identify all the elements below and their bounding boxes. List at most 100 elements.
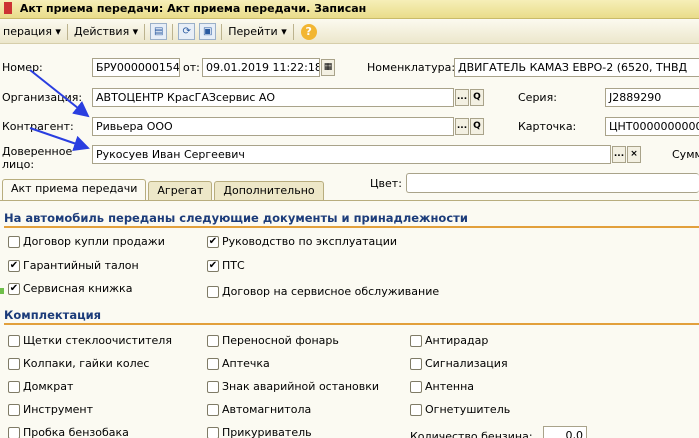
kit-checkbox[interactable]: Аптечка — [207, 357, 270, 370]
date-field[interactable]: 09.01.2019 11:22:18 — [202, 58, 320, 77]
sum-label: Сумм — [672, 148, 699, 161]
fuel-label: Количество бензина: — [410, 430, 533, 438]
checkbox-unchecked-icon[interactable] — [207, 357, 219, 370]
card-field[interactable]: ЦНТ0000000000 — [605, 117, 699, 136]
toolbar: перация ▾ Действия ▾ ▤ ⟳ ▣ Перейти ▾ ? — [0, 20, 699, 44]
checkbox-label: Антирадар — [425, 334, 489, 347]
trusted-person-field[interactable]: Рукосуев Иван Сергеевич — [92, 145, 611, 164]
checkbox-label: Прикуриватель — [222, 426, 312, 438]
row-marker — [0, 288, 4, 294]
checkbox-unchecked-icon[interactable] — [207, 334, 219, 347]
checkbox-label: Сервисная книжка — [23, 282, 133, 295]
nomenclature-field[interactable]: ДВИГАТЕЛЬ КАМАЗ ЕВРО-2 (6520, ТНВД — [454, 58, 699, 77]
organization-field[interactable]: АВТОЦЕНТР КрасГАЗсервис АО — [92, 88, 454, 107]
checkbox-unchecked-icon[interactable] — [410, 334, 422, 347]
checkbox-unchecked-icon[interactable] — [207, 285, 219, 298]
checkbox-unchecked-icon[interactable] — [8, 403, 20, 416]
organization-search-icon[interactable]: Q — [470, 89, 484, 106]
window-title: Акт приема передачи: Акт приема передачи… — [19, 2, 367, 15]
kit-checkbox[interactable]: Пробка бензобака — [8, 426, 129, 438]
kit-section-divider — [4, 323, 699, 325]
post-document-icon[interactable]: ▤ — [150, 23, 168, 40]
counterparty-select-button[interactable]: ... — [455, 118, 469, 135]
doc-checkbox[interactable]: ✔ Руководство по эксплуатации — [207, 235, 397, 248]
checkbox-checked-icon[interactable]: ✔ — [207, 259, 219, 272]
tab-aggregate[interactable]: Агрегат — [148, 181, 213, 200]
kit-checkbox[interactable]: Переносной фонарь — [207, 334, 339, 347]
checkbox-unchecked-icon[interactable] — [410, 380, 422, 393]
checkbox-unchecked-icon[interactable] — [8, 380, 20, 393]
checkbox-label: Переносной фонарь — [222, 334, 339, 347]
checkbox-unchecked-icon[interactable] — [8, 357, 20, 370]
checkbox-unchecked-icon[interactable] — [8, 334, 20, 347]
tab-additional[interactable]: Дополнительно — [214, 181, 324, 200]
checkbox-unchecked-icon[interactable] — [8, 426, 20, 438]
checkbox-label: Договор купли продажи — [23, 235, 165, 248]
tab-transfer-act[interactable]: Акт приема передачи — [2, 179, 147, 200]
series-field[interactable]: J2889290 — [605, 88, 699, 107]
kit-checkbox[interactable]: Знак аварийной остановки — [207, 380, 379, 393]
kit-checkbox[interactable]: Колпаки, гайки колес — [8, 357, 149, 370]
operation-menu[interactable]: перация ▾ — [0, 25, 64, 38]
kit-section-title: Комплектация — [4, 308, 102, 322]
checkbox-unchecked-icon[interactable] — [207, 380, 219, 393]
trusted-person-select-button[interactable]: ... — [612, 146, 626, 163]
checkbox-checked-icon[interactable]: ✔ — [8, 259, 20, 272]
checkbox-unchecked-icon[interactable] — [207, 426, 219, 438]
checkbox-label: Колпаки, гайки колес — [23, 357, 150, 370]
checkbox-unchecked-icon[interactable] — [410, 357, 422, 370]
doc-checkbox[interactable]: ✔ Гарантийный талон — [8, 259, 139, 272]
window-titlebar: Акт приема передачи: Акт приема передачи… — [0, 0, 699, 19]
help-icon[interactable]: ? — [300, 23, 317, 40]
doc-checkbox[interactable]: ✔ ПТС — [207, 259, 245, 272]
counterparty-search-icon[interactable]: Q — [470, 118, 484, 135]
refresh-icon[interactable]: ⟳ — [178, 23, 196, 40]
nomenclature-label: Номенклатура: — [367, 61, 456, 74]
doc-checkbox[interactable]: Договор на сервисное обслуживание — [207, 285, 439, 298]
number-label: Номер: — [2, 61, 43, 74]
checkbox-label: Инструмент — [23, 403, 94, 416]
checkbox-checked-icon[interactable]: ✔ — [207, 235, 219, 248]
trusted-person-label-1: Доверенное — [2, 145, 73, 158]
color-field[interactable] — [406, 173, 699, 193]
doc-checkbox[interactable]: ✔ Сервисная книжка — [8, 282, 132, 295]
calendar-icon[interactable]: ▦ — [321, 59, 335, 76]
toolbar-separator — [221, 23, 223, 40]
tab-strip: Акт приема передачи Агрегат Дополнительн… — [0, 179, 326, 200]
copy-document-icon[interactable]: ▣ — [199, 23, 217, 40]
date-from-label: от: — [183, 61, 200, 74]
goto-menu[interactable]: Перейти ▾ — [225, 25, 290, 38]
color-label: Цвет: — [370, 177, 402, 190]
organization-label: Организация: — [2, 91, 83, 104]
checkbox-unchecked-icon[interactable] — [410, 403, 422, 416]
kit-checkbox[interactable]: Прикуриватель — [207, 426, 312, 438]
kit-checkbox[interactable]: Щетки стеклоочистителя — [8, 334, 172, 347]
organization-select-button[interactable]: ... — [455, 89, 469, 106]
checkbox-label: Автомагнитола — [222, 403, 312, 416]
checkbox-label: Аптечка — [222, 357, 270, 370]
checkbox-label: Руководство по эксплуатации — [222, 235, 398, 248]
kit-checkbox[interactable]: Автомагнитола — [207, 403, 311, 416]
kit-checkbox[interactable]: Антирадар — [410, 334, 488, 347]
number-field[interactable]: БРУ000000154 — [92, 58, 180, 77]
checkbox-unchecked-icon[interactable] — [207, 403, 219, 416]
actions-menu[interactable]: Действия ▾ — [71, 25, 141, 38]
kit-checkbox[interactable]: Инструмент — [8, 403, 93, 416]
checkbox-unchecked-icon[interactable] — [8, 235, 20, 248]
doc-checkbox[interactable]: Договор купли продажи — [8, 235, 165, 248]
toolbar-separator — [292, 23, 294, 40]
checkbox-label: Щетки стеклоочистителя — [23, 334, 172, 347]
checkbox-label: Знак аварийной остановки — [222, 380, 380, 393]
kit-checkbox[interactable]: Антенна — [410, 380, 474, 393]
kit-checkbox[interactable]: Домкрат — [8, 380, 73, 393]
counterparty-field[interactable]: Ривьера ООО — [92, 117, 454, 136]
checkbox-checked-icon[interactable]: ✔ — [8, 282, 20, 295]
kit-checkbox[interactable]: Сигнализация — [410, 357, 508, 370]
clear-icon[interactable]: × — [627, 146, 641, 163]
kit-checkbox[interactable]: Огнетушитель — [410, 403, 510, 416]
card-label: Карточка: — [518, 120, 577, 133]
document-icon — [4, 2, 12, 14]
fuel-field[interactable]: 0,0 — [543, 426, 587, 438]
toolbar-separator — [172, 23, 174, 40]
toolbar-separator — [144, 23, 146, 40]
